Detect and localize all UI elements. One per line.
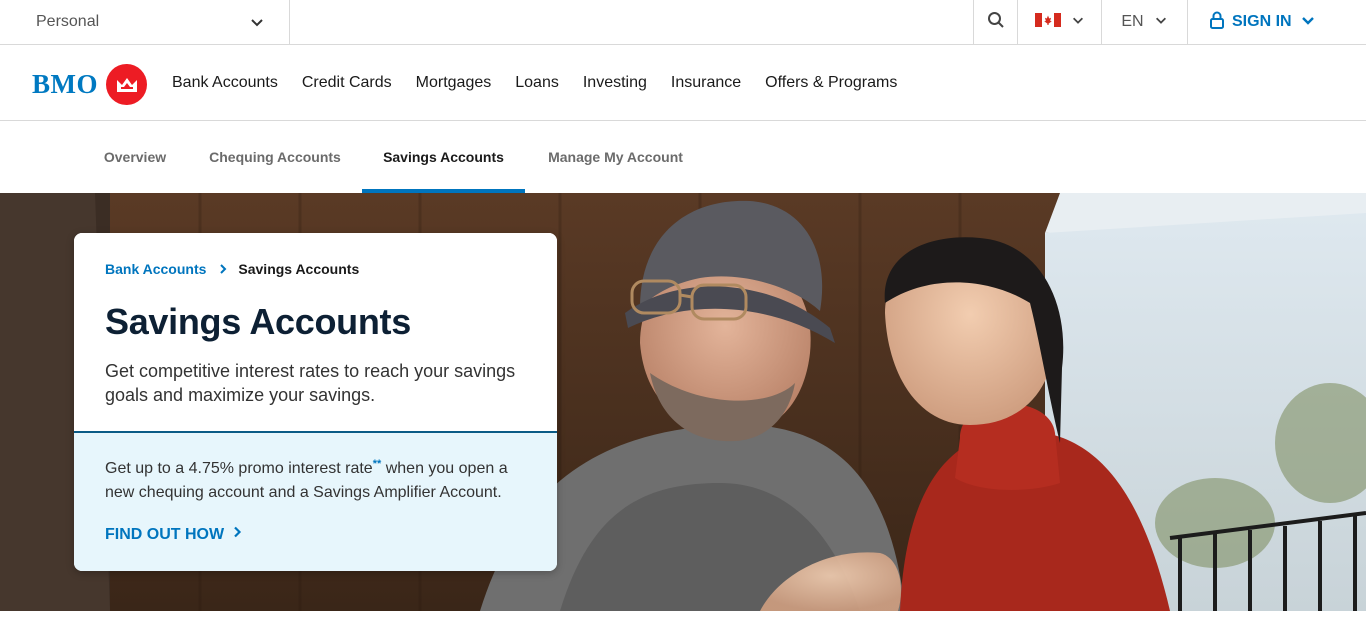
nav-item-insurance[interactable]: Insurance (671, 74, 741, 92)
language-selector[interactable]: EN (1101, 0, 1187, 44)
search-icon (987, 11, 1005, 34)
canada-flag-icon (1034, 12, 1061, 32)
utility-actions: EN SIGN IN (973, 0, 1366, 44)
chevron-right-icon (218, 263, 228, 275)
bmo-roundel-icon (106, 64, 147, 105)
hero-banner: Bank Accounts Savings Accounts Savings A… (0, 193, 1366, 611)
sign-in-label: SIGN IN (1232, 13, 1292, 30)
nav-item-investing[interactable]: Investing (583, 74, 647, 92)
main-navigation: BMO Bank Accounts Credit Cards Mortgages… (0, 45, 1366, 121)
segment-selector[interactable]: Personal (0, 0, 290, 44)
promo-text-start: Get up to a 4.75% promo interest rate (105, 460, 373, 477)
hero-card: Bank Accounts Savings Accounts Savings A… (74, 233, 557, 571)
tab-overview[interactable]: Overview (88, 121, 182, 193)
nav-item-mortgages[interactable]: Mortgages (416, 74, 492, 92)
chevron-down-icon (1071, 13, 1085, 32)
tab-savings-accounts[interactable]: Savings Accounts (362, 121, 525, 193)
nav-item-offers-programs[interactable]: Offers & Programs (765, 74, 897, 92)
chevron-down-icon (1154, 13, 1168, 32)
sub-navigation: Overview Chequing Accounts Savings Accou… (0, 121, 1366, 193)
segment-label: Personal (36, 13, 100, 30)
main-nav-items: Bank Accounts Credit Cards Mortgages Loa… (172, 45, 921, 121)
tab-label: Overview (103, 149, 167, 165)
chevron-right-icon (232, 525, 242, 544)
tab-manage-my-account[interactable]: Manage My Account (537, 121, 694, 193)
chevron-down-icon (249, 14, 265, 35)
hero-card-header: Bank Accounts Savings Accounts Savings A… (74, 233, 557, 433)
utility-bar: Personal EN SIGN IN (0, 0, 1366, 45)
breadcrumb-current: Savings Accounts (238, 261, 360, 277)
promo-text: Get up to a 4.75% promo interest rate** … (105, 457, 535, 505)
language-label: EN (1121, 13, 1144, 30)
tab-chequing-accounts[interactable]: Chequing Accounts (200, 121, 350, 193)
search-button[interactable] (973, 0, 1017, 44)
tab-label: Savings Accounts (383, 149, 504, 165)
promo-panel: Get up to a 4.75% promo interest rate** … (74, 433, 557, 571)
tab-label: Chequing Accounts (209, 149, 341, 165)
breadcrumb: Bank Accounts Savings Accounts (105, 261, 359, 277)
sign-in-button[interactable]: SIGN IN (1187, 0, 1366, 44)
nav-item-bank-accounts[interactable]: Bank Accounts (172, 74, 278, 92)
page-description: Get competitive interest rates to reach … (105, 361, 516, 405)
bmo-logo[interactable]: BMO (32, 64, 147, 105)
page-title: Savings Accounts (105, 301, 411, 342)
nav-item-loans[interactable]: Loans (515, 74, 559, 92)
lock-icon (1210, 11, 1224, 34)
find-out-how-link[interactable]: FIND OUT HOW (105, 525, 242, 544)
region-selector[interactable] (1017, 0, 1101, 44)
logo-wordmark: BMO (32, 69, 98, 99)
breadcrumb-link-bank-accounts[interactable]: Bank Accounts (105, 261, 206, 277)
footnote-link[interactable]: ** (373, 458, 382, 470)
tab-label: Manage My Account (548, 149, 683, 165)
chevron-down-icon (1300, 12, 1316, 33)
cta-label: FIND OUT HOW (105, 525, 225, 543)
nav-item-credit-cards[interactable]: Credit Cards (302, 74, 392, 92)
